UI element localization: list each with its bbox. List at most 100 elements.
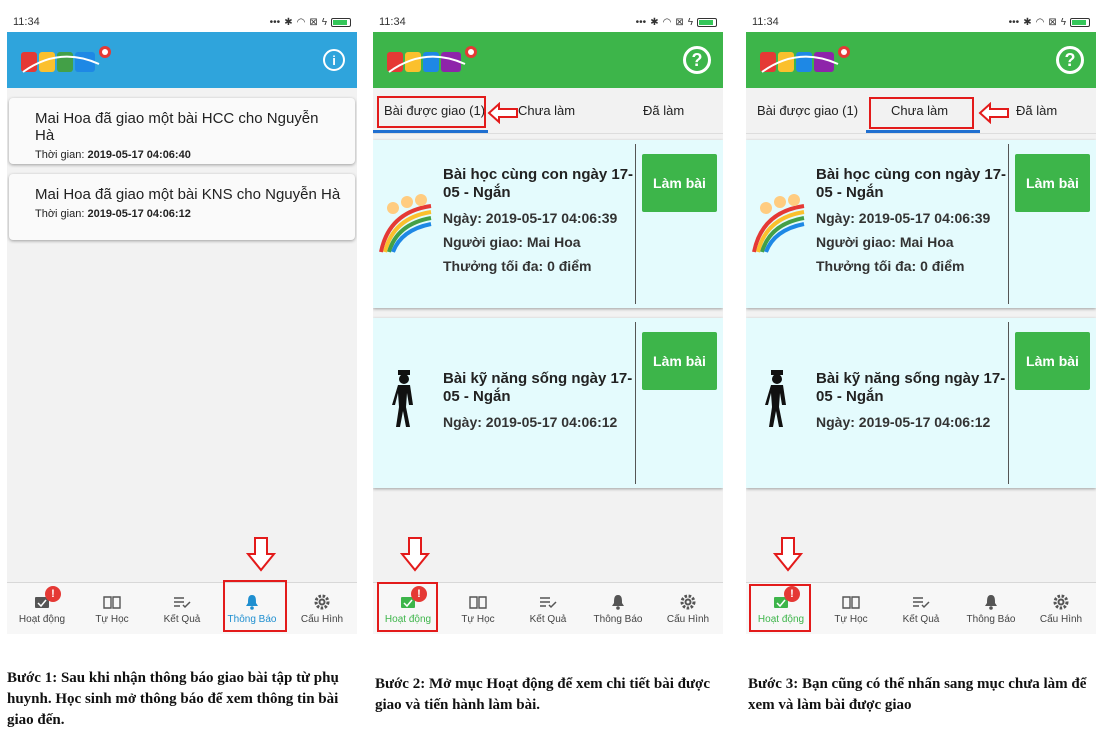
book-icon: [103, 593, 121, 611]
highlight-box-hoat-dong: [749, 584, 811, 632]
nav-item-thong-bao[interactable]: Thông Báo: [583, 583, 653, 634]
nav-label: Thông Báo: [593, 613, 643, 625]
nav-item-ket-qua[interactable]: Kết Quả: [886, 583, 956, 634]
wifi-icon: ◠: [1035, 16, 1045, 28]
task-details: Bài học cùng con ngày 17-05 - Ngắn Ngày:…: [816, 166, 1016, 282]
app-bar: i: [7, 32, 357, 88]
checklist-icon: [539, 593, 557, 611]
dots-icon: •••: [1008, 16, 1020, 28]
nav-label: Cấu Hình: [300, 613, 344, 625]
dots-icon: •••: [635, 16, 647, 28]
status-time: 11:34: [752, 16, 779, 28]
nav-label: Kết Quả: [902, 613, 940, 625]
nav-item-tu-hoc[interactable]: Tự Học: [77, 583, 147, 634]
wifi-icon: ◠: [662, 16, 672, 28]
time-value: 2019-05-17 04:06:40: [87, 149, 191, 161]
nav-label: Tự Học: [834, 613, 868, 625]
down-arrow-icon: [246, 537, 276, 572]
nav-label: Tự Học: [95, 613, 129, 625]
checklist-icon: [173, 593, 191, 611]
left-arrow-icon: [487, 102, 518, 124]
task-title: Bài kỹ năng sống ngày 17-05 - Ngắn: [816, 370, 1006, 405]
nav-item-ket-qua[interactable]: Kết Quả: [147, 583, 217, 634]
gear-icon: [314, 593, 330, 611]
tab-assigned[interactable]: Bài được giao (1): [757, 103, 858, 118]
app-bar: ?: [746, 32, 1096, 88]
do-task-button[interactable]: Làm bài: [642, 154, 717, 212]
battery-icon: [697, 17, 717, 27]
stem-logo: [758, 42, 854, 78]
help-icon[interactable]: ?: [683, 46, 711, 74]
screen-notifications: 11:34 ••• ✱ ◠ ⊠ ϟ i Mai Hoa đã giao một: [7, 12, 357, 634]
do-task-button[interactable]: Làm bài: [642, 332, 717, 390]
book-icon: [842, 593, 860, 611]
person-silhouette-image: [765, 370, 786, 427]
tab-not-done[interactable]: Chưa làm: [518, 103, 575, 118]
battery-icon: [1070, 17, 1090, 27]
notification-list: Mai Hoa đã giao một bài HCC cho Nguyễn H…: [7, 88, 357, 240]
alert-badge: !: [45, 586, 61, 602]
task-card: Bài kỹ năng sống ngày 17-05 - Ngắn Ngày:…: [746, 318, 1096, 488]
do-task-button[interactable]: Làm bài: [1015, 154, 1090, 212]
nav-item-cau-hinh[interactable]: Cấu Hình: [653, 583, 723, 634]
nav-item-tu-hoc[interactable]: Tự Học: [816, 583, 886, 634]
down-arrow-icon: [773, 537, 803, 572]
highlight-box-tab-assigned: [377, 96, 486, 128]
task-date: Ngày: 2019-05-17 04:06:39: [443, 210, 618, 226]
nav-item-cau-hinh[interactable]: Cấu Hình: [1026, 583, 1096, 634]
tab-indicator: [866, 130, 980, 133]
notification-item[interactable]: Mai Hoa đã giao một bài HCC cho Nguyễn H…: [9, 98, 355, 164]
task-details: Bài kỹ năng sống ngày 17-05 - Ngắn Ngày:…: [443, 344, 643, 438]
info-icon[interactable]: i: [323, 49, 345, 71]
sim-icon: ⊠: [309, 16, 318, 28]
highlight-box-tab-not-done: [869, 97, 974, 129]
stem-logo: [385, 42, 481, 78]
notification-item[interactable]: Mai Hoa đã giao một bài KNS cho Nguyễn H…: [9, 174, 355, 240]
task-card: Bài kỹ năng sống ngày 17-05 - Ngắn Ngày:…: [373, 318, 723, 488]
task-date: Ngày: 2019-05-17 04:06:39: [816, 210, 991, 226]
bluetooth-icon: ✱: [1023, 16, 1032, 28]
divider: [635, 144, 636, 304]
bottom-nav: ! Hoạt động Tự Học Kết Quả Thông Báo Cấu…: [7, 582, 357, 634]
status-bar: 11:34 ••• ✱ ◠ ⊠ ϟ: [373, 12, 723, 32]
nav-label: Cấu Hình: [1039, 613, 1083, 625]
dots-icon: •••: [269, 16, 281, 28]
book-icon: [469, 593, 487, 611]
notification-title: Mai Hoa đã giao một bài HCC cho Nguyễn H…: [35, 110, 319, 144]
charging-icon: ϟ: [1060, 16, 1066, 28]
checklist-icon: [912, 593, 930, 611]
app-bar: ?: [373, 32, 723, 88]
charging-icon: ϟ: [321, 16, 327, 28]
bell-icon: [984, 593, 998, 611]
status-icons: ••• ✱ ◠ ⊠ ϟ: [1009, 17, 1090, 28]
tab-done[interactable]: Đã làm: [643, 103, 684, 118]
highlight-box-hoat-dong: [377, 582, 438, 632]
task-giver: Người giao: Mai Hoa: [816, 234, 954, 250]
nav-item-tu-hoc[interactable]: Tự Học: [443, 583, 513, 634]
status-time: 11:34: [13, 16, 40, 28]
notification-time: Thời gian: 2019-05-17 04:06:40: [35, 149, 341, 161]
tab-done[interactable]: Đã làm: [1016, 103, 1057, 118]
nav-label: Thông Báo: [966, 613, 1016, 625]
divider: [1008, 144, 1009, 304]
notification-title: Mai Hoa đã giao một bài KNS cho Nguyễn H…: [35, 186, 341, 203]
sim-icon: ⊠: [675, 16, 684, 28]
status-bar: 11:34 ••• ✱ ◠ ⊠ ϟ: [746, 12, 1096, 32]
nav-item-ket-qua[interactable]: Kết Quả: [513, 583, 583, 634]
nav-item-cau-hinh[interactable]: Cấu Hình: [287, 583, 357, 634]
children-rainbow-image: [379, 194, 432, 253]
down-arrow-icon: [400, 537, 430, 572]
notification-time: Thời gian: 2019-05-17 04:06:12: [35, 208, 341, 220]
status-icons: ••• ✱ ◠ ⊠ ϟ: [636, 17, 717, 28]
task-reward: Thưởng tối đa: 0 điểm: [816, 258, 965, 274]
help-icon[interactable]: ?: [1056, 46, 1084, 74]
time-value: 2019-05-17 04:06:12: [87, 208, 191, 220]
status-time: 11:34: [379, 16, 406, 28]
task-title: Bài học cùng con ngày 17-05 - Ngắn: [816, 166, 1007, 201]
bluetooth-icon: ✱: [284, 16, 293, 28]
nav-item-hoat-dong[interactable]: ! Hoạt động: [7, 583, 77, 634]
task-title: Bài kỹ năng sống ngày 17-05 - Ngắn: [443, 370, 633, 405]
nav-item-thong-bao[interactable]: Thông Báo: [956, 583, 1026, 634]
time-label: Thời gian:: [35, 149, 85, 161]
do-task-button[interactable]: Làm bài: [1015, 332, 1090, 390]
